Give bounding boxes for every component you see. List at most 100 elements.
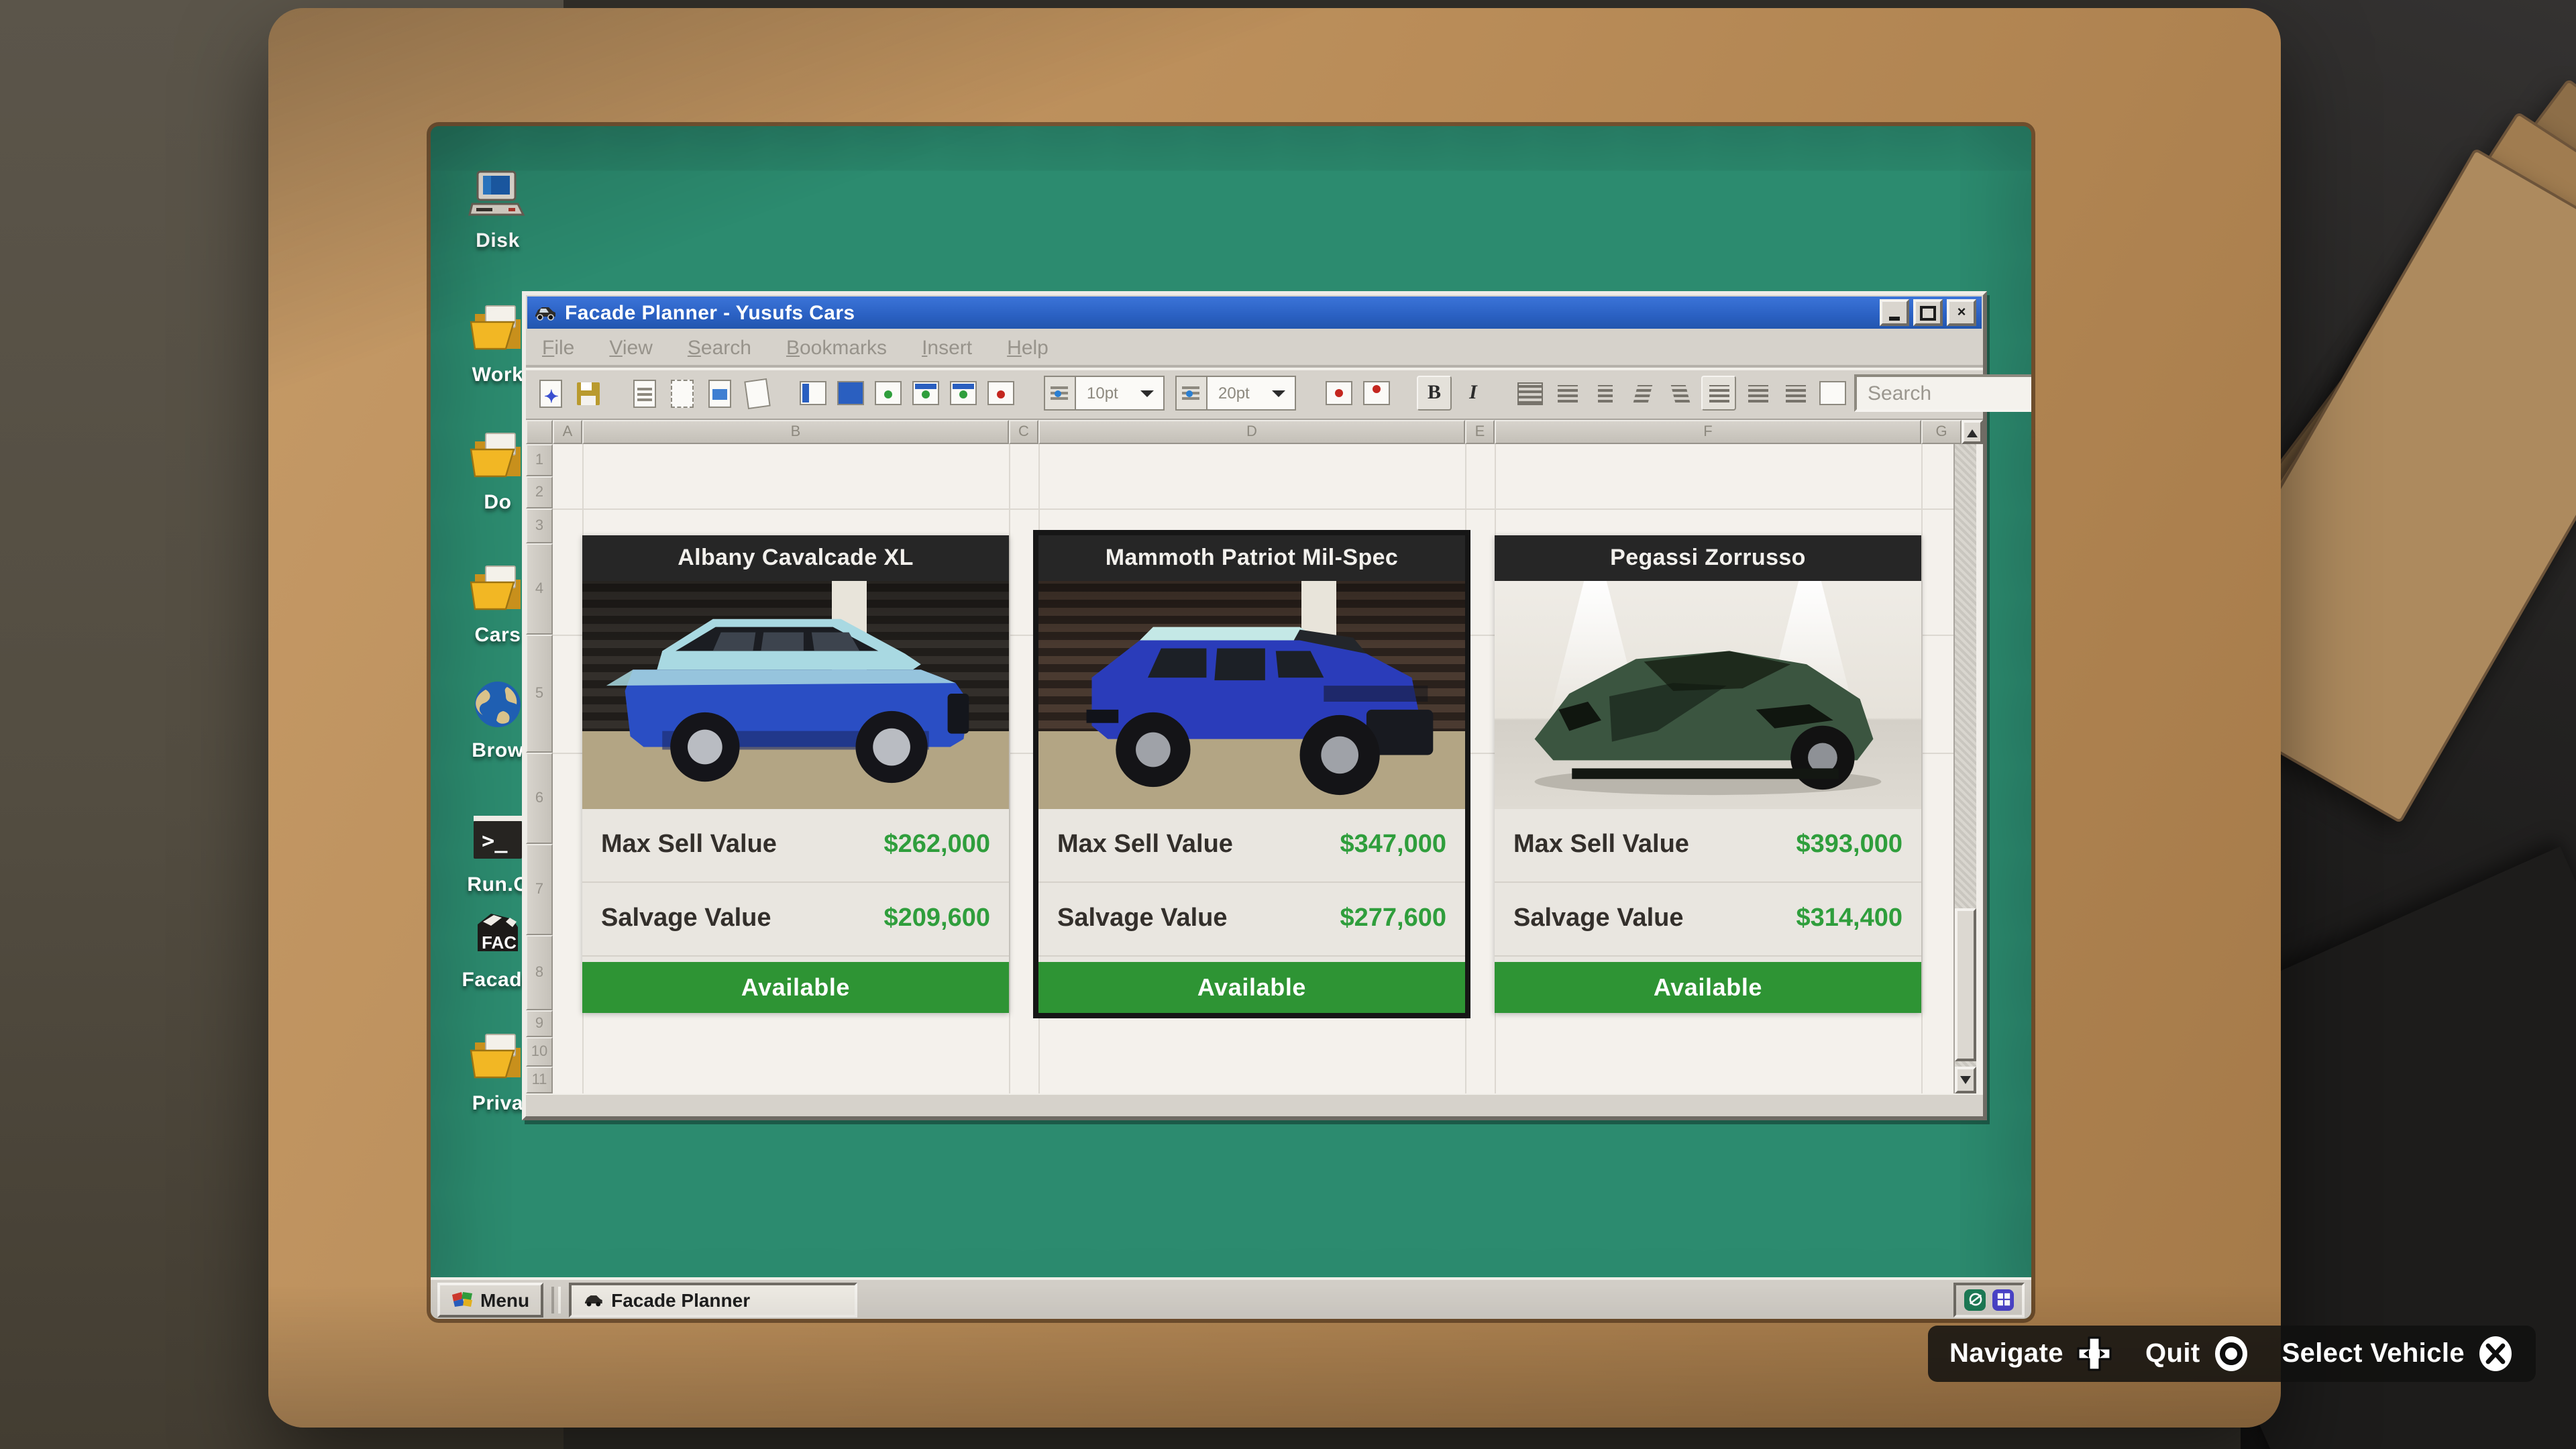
salvage-value: $277,600 <box>1340 904 1447 934</box>
paragraph-style-button[interactable] <box>1513 377 1546 409</box>
spacing-below-button[interactable] <box>1779 377 1811 409</box>
row-header[interactable]: 8 <box>526 935 553 1010</box>
column-header-d[interactable]: D <box>1038 420 1465 444</box>
facade-app-icon: FAC <box>467 908 529 959</box>
document-icon <box>633 379 655 407</box>
menu-bookmarks[interactable]: Bookmarks <box>786 336 887 359</box>
layout-red-button[interactable] <box>985 377 1017 409</box>
align-left-icon <box>1557 384 1577 402</box>
row-header[interactable]: 10 <box>526 1037 553 1067</box>
task-facade-planner[interactable]: Facade Planner <box>568 1282 857 1317</box>
start-menu-button[interactable]: Menu <box>437 1282 543 1317</box>
vehicle-card-zorrusso[interactable]: Pegassi Zorrusso <box>1495 535 1921 1013</box>
layout-top-green-button[interactable] <box>910 377 942 409</box>
bold-button[interactable]: B <box>1417 376 1452 411</box>
svg-text:>_: >_ <box>482 828 508 853</box>
layout-top-green2-button[interactable] <box>947 377 979 409</box>
italic-button[interactable]: I <box>1457 377 1489 409</box>
column-header-b[interactable]: B <box>582 420 1009 444</box>
corner-cell[interactable] <box>526 420 553 444</box>
justify-button[interactable] <box>1701 376 1736 411</box>
folder-icon <box>467 431 529 482</box>
row-header[interactable]: 2 <box>526 476 553 508</box>
scrollbar-track[interactable] <box>1955 444 1976 1067</box>
line-spacing-icon <box>1045 377 1076 409</box>
copy-pages-button[interactable] <box>741 377 773 409</box>
salvage-row: Salvage Value $314,400 <box>1495 883 1921 957</box>
margin-red-left-button[interactable] <box>1323 377 1355 409</box>
layout-left-pane-button[interactable] <box>797 377 829 409</box>
menu-button-label: Menu <box>480 1289 529 1310</box>
line-spacing-icon <box>1177 377 1208 409</box>
new-document-button[interactable]: ✦ <box>534 377 566 409</box>
navigate-label: Navigate <box>1949 1338 2063 1369</box>
row-header[interactable]: 9 <box>526 1010 553 1037</box>
margin-red-top-button[interactable] <box>1360 377 1393 409</box>
menu-insert[interactable]: Insert <box>922 336 972 359</box>
layout-green-button[interactable] <box>872 377 904 409</box>
font-size-large-combo[interactable]: 20pt <box>1175 376 1296 411</box>
row-header[interactable]: 11 <box>526 1067 553 1093</box>
availability-badge: Available <box>582 962 1009 1013</box>
line-spacing-button[interactable] <box>1741 377 1774 409</box>
window-left-pane-icon <box>800 381 826 405</box>
menu-help[interactable]: Help <box>1007 336 1049 359</box>
desktop-icon-disk[interactable]: Disk <box>449 169 546 252</box>
search-input[interactable] <box>1865 380 2031 406</box>
max-sell-row: Max Sell Value $347,000 <box>1038 809 1465 883</box>
scroll-down-button[interactable] <box>1955 1067 1976 1093</box>
open-document-button[interactable] <box>628 377 660 409</box>
insert-image-button[interactable] <box>703 377 735 409</box>
save-icon <box>576 382 599 405</box>
minimize-button[interactable] <box>1880 299 1909 326</box>
menu-flag-icon <box>451 1291 474 1308</box>
page-outline-button[interactable] <box>665 377 698 409</box>
salvage-row: Salvage Value $277,600 <box>1038 883 1465 957</box>
system-tray <box>1953 1282 2025 1317</box>
column-header-f[interactable]: F <box>1495 420 1921 444</box>
font-size-small-combo[interactable]: 10pt <box>1044 376 1165 411</box>
vehicle-card-patriot-selected[interactable]: Mammoth Patriot Mil-Spec <box>1038 535 1465 1013</box>
menu-view[interactable]: View <box>609 336 653 359</box>
row-header[interactable]: 4 <box>526 543 553 635</box>
page-break-button[interactable] <box>1817 377 1849 409</box>
close-button[interactable]: × <box>1947 299 1976 326</box>
truck-illustration <box>1038 581 1465 809</box>
cross-button-icon <box>2477 1335 2514 1373</box>
menu-file[interactable]: File <box>542 336 574 359</box>
menu-search[interactable]: Search <box>688 336 751 359</box>
paper-sheet <box>2241 148 2576 824</box>
row-header[interactable]: 3 <box>526 508 553 543</box>
column-header-e[interactable]: E <box>1465 420 1495 444</box>
network-globe-icon[interactable] <box>1964 1289 1986 1310</box>
maximize-button[interactable] <box>1913 299 1943 326</box>
page-dashed-icon <box>670 379 693 407</box>
red-marker-icon <box>1326 381 1352 405</box>
vertical-scrollbar[interactable] <box>1953 444 1976 1093</box>
italic-icon: I <box>1469 382 1477 405</box>
row-header[interactable]: 7 <box>526 844 553 935</box>
vehicle-card-cavalcade[interactable]: Albany Cavalcade XL <box>582 535 1009 1013</box>
toolbar-separator <box>1027 377 1032 409</box>
column-header-g[interactable]: G <box>1921 420 1962 444</box>
scroll-up-button[interactable] <box>1962 420 1983 444</box>
column-header-a[interactable]: A <box>553 420 582 444</box>
row-header[interactable]: 5 <box>526 635 553 753</box>
row-header[interactable]: 6 <box>526 753 553 844</box>
vehicle-name: Mammoth Patriot Mil-Spec <box>1038 535 1465 581</box>
window-titlebar[interactable]: Facade Planner - Yusufs Cars × <box>527 297 1982 329</box>
indent-increase-button[interactable] <box>1664 377 1696 409</box>
toolbar-separator <box>614 377 619 409</box>
max-sell-value: $347,000 <box>1340 830 1447 860</box>
window-grid-icon[interactable] <box>1992 1289 2014 1310</box>
row-header[interactable]: 1 <box>526 444 553 476</box>
scrollbar-thumb[interactable] <box>1955 908 1976 1061</box>
indent-decrease-button[interactable] <box>1626 377 1658 409</box>
layout-full-button[interactable] <box>835 377 867 409</box>
column-header-c[interactable]: C <box>1009 420 1038 444</box>
align-center-button[interactable] <box>1589 377 1621 409</box>
salvage-value: $209,600 <box>884 904 991 934</box>
align-left-button[interactable] <box>1551 377 1583 409</box>
computer-screen: Disk Work Do Cars Brow >_ Run.C <box>431 126 2031 1319</box>
save-button[interactable] <box>572 377 604 409</box>
